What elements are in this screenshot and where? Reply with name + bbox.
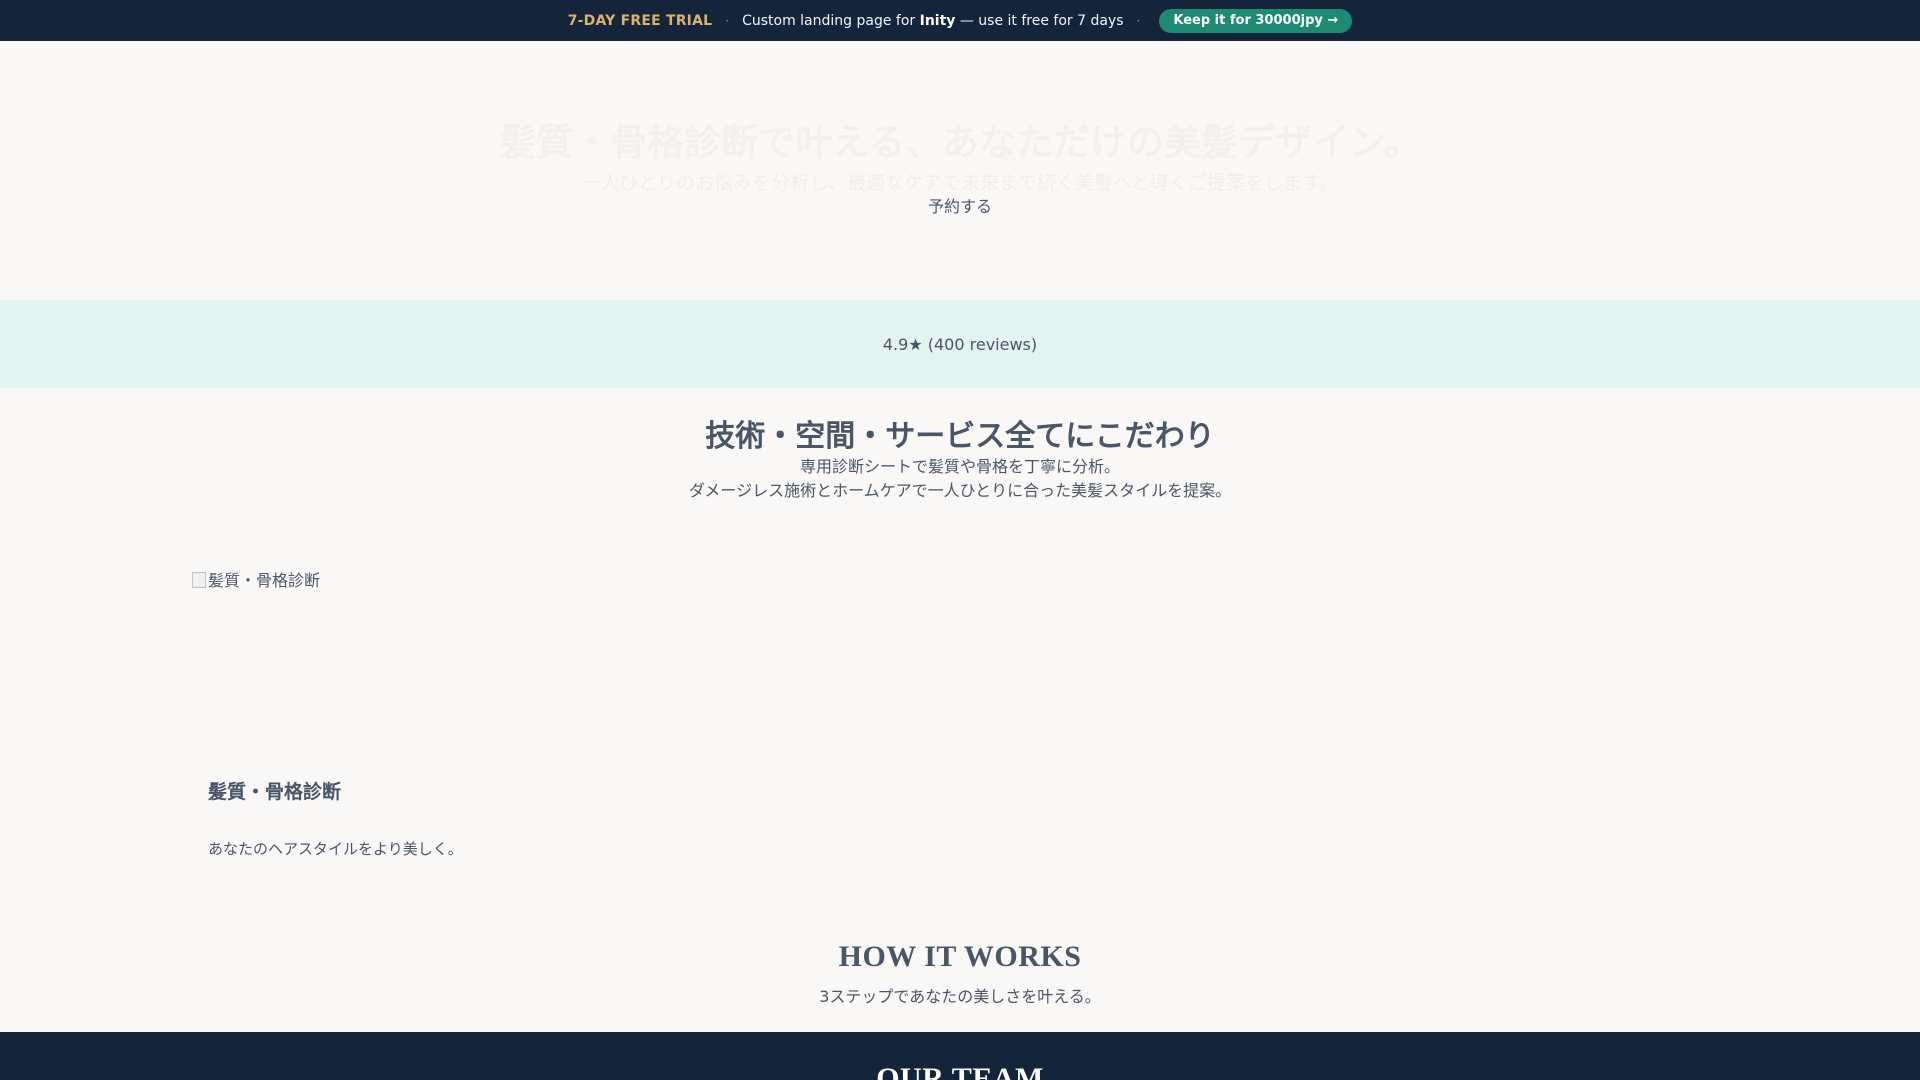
banner-separator-2: · <box>1136 13 1141 28</box>
keep-it-button[interactable]: Keep it for 30000jpy → <box>1159 8 1353 33</box>
banner-separator: · <box>725 13 730 28</box>
team-section: OUR TEAM <box>0 1032 1920 1080</box>
hero-section: 髪質・骨格診断で叶える、あなただけの美髪デザイン。 一人ひとりのお悩みを分析し、… <box>0 41 1920 300</box>
team-title: OUR TEAM <box>876 1062 1044 1080</box>
features-description: 専用診断シートで髪質や骨格を丁寧に分析。 ダメージレス施術とホームケアで一人ひと… <box>0 455 1920 503</box>
how-it-works-subtitle: 3ステップであなたの美しさを叶える。 <box>819 987 1101 1006</box>
trial-banner: 7-DAY FREE TRIAL · Custom landing page f… <box>0 0 1920 41</box>
banner-message: Custom landing page for Inity — use it f… <box>742 13 1123 29</box>
banner-brand: Inity <box>919 12 956 29</box>
reserve-row: 予約する <box>0 196 1920 218</box>
rating-text: 4.9★ (400 reviews) <box>882 334 1038 354</box>
rating-section: 4.9★ (400 reviews) <box>0 300 1920 388</box>
trial-label: 7-DAY FREE TRIAL <box>567 12 713 29</box>
reserve-link[interactable]: 予約する <box>928 197 992 216</box>
broken-image-icon <box>192 572 206 588</box>
banner-message-prefix: Custom landing page for <box>742 12 920 29</box>
card-image: 髪質・骨格診断 <box>192 567 512 737</box>
features-section: 技術・空間・サービス全てにこだわり 専用診断シートで髪質や骨格を丁寧に分析。 ダ… <box>0 388 1920 1032</box>
banner-message-suffix: — use it free for 7 days <box>955 12 1124 29</box>
how-it-works-title: HOW IT WORKS <box>838 940 1082 973</box>
card-title: 髪質・骨格診断 <box>208 781 342 803</box>
features-desc-line-1: 専用診断シートで髪質や骨格を丁寧に分析。 <box>799 457 1120 476</box>
card-text: あなたのヘアスタイルをより美しく。 <box>208 840 463 858</box>
features-desc-line-2: ダメージレス施術とホームケアで一人ひとりに合った美髪スタイルを提案。 <box>688 481 1232 500</box>
hero-title: 髪質・骨格診断で叶える、あなただけの美髪デザイン。 <box>499 121 1421 164</box>
features-title: 技術・空間・サービス全てにこだわり <box>705 419 1215 454</box>
hero-subtitle: 一人ひとりのお悩みを分析し、最適なケアで未来まで続く美髪へと導くご提案をします。 <box>581 172 1339 194</box>
card-image-alt: 髪質・骨格診断 <box>208 571 321 590</box>
